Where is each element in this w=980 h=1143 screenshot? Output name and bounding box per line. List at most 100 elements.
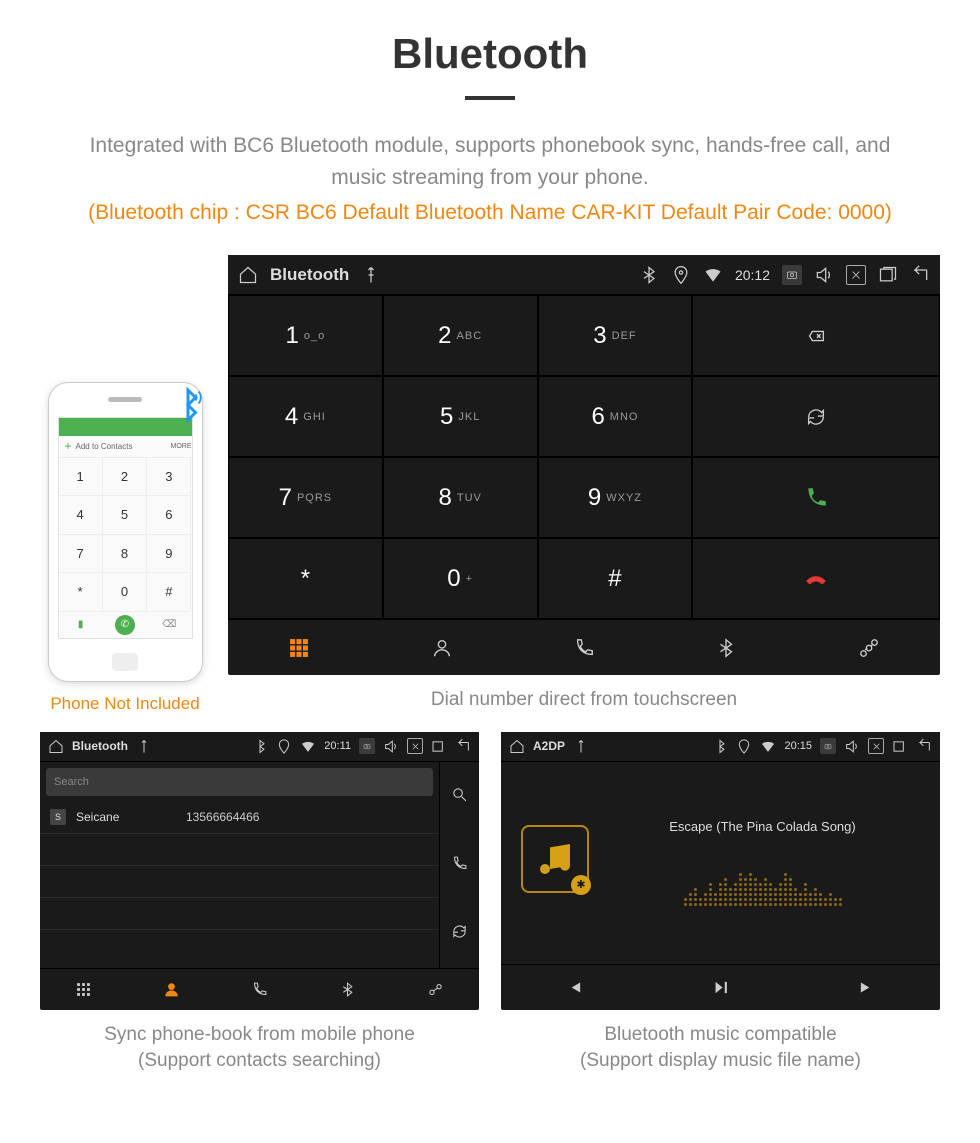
search-input[interactable]: Search <box>46 768 433 796</box>
phone-key: 6 <box>147 496 191 535</box>
page-description: Integrated with BC6 Bluetooth module, su… <box>20 130 960 193</box>
dial-key[interactable]: 0+ <box>383 538 538 619</box>
wifi-icon <box>760 738 776 754</box>
title-underline <box>465 96 515 100</box>
dial-key[interactable]: 8TUV <box>383 457 538 538</box>
home-icon[interactable] <box>509 738 525 754</box>
usb-icon <box>361 265 381 285</box>
status-title: A2DP <box>533 739 565 753</box>
screenshot-icon[interactable] <box>782 265 802 285</box>
back-icon[interactable] <box>916 738 932 754</box>
home-icon[interactable] <box>48 738 64 754</box>
dial-key[interactable]: 9WXYZ <box>538 457 693 538</box>
contact-row <box>40 898 439 930</box>
recent-apps-icon[interactable] <box>431 738 447 754</box>
phone-key: 0 <box>103 573 147 612</box>
close-app-icon[interactable] <box>846 265 866 285</box>
nav-pair[interactable] <box>391 969 479 1010</box>
dial-key[interactable]: 3DEF <box>538 295 693 376</box>
phone-key: 7 <box>59 535 103 574</box>
status-time: 20:12 <box>735 267 770 283</box>
usb-icon <box>573 738 589 754</box>
status-title: Bluetooth <box>72 739 128 753</box>
play-pause-button[interactable] <box>700 967 740 1007</box>
contact-number: 13566664466 <box>186 810 259 824</box>
nav-pair[interactable] <box>798 620 940 675</box>
status-title: Bluetooth <box>270 265 349 285</box>
wifi-icon <box>300 738 316 754</box>
bluetooth-icon <box>639 265 659 285</box>
dial-key[interactable]: 4GHI <box>228 376 383 457</box>
volume-icon[interactable] <box>814 265 834 285</box>
contact-name: Seicane <box>76 810 186 824</box>
phone-mockup: Add to ContactsMORE 123456789*0# ▮ ✆ ⌫ <box>48 382 203 682</box>
back-icon[interactable] <box>455 738 471 754</box>
contact-row <box>40 866 439 898</box>
location-icon <box>736 738 752 754</box>
dialer-caption: Dial number direct from touchscreen <box>228 687 940 714</box>
contacts-caption: Sync phone-book from mobile phone(Suppor… <box>40 1022 479 1075</box>
wifi-icon <box>703 265 723 285</box>
music-caption: Bluetooth music compatible(Support displ… <box>501 1022 940 1075</box>
page-title: Bluetooth <box>20 30 960 78</box>
sync-icon[interactable] <box>451 923 468 943</box>
screenshot-icon[interactable] <box>359 738 375 754</box>
phone-key: 2 <box>103 458 147 497</box>
recent-apps-icon[interactable] <box>878 265 898 285</box>
call-button[interactable] <box>692 457 940 538</box>
contact-row[interactable]: S Seicane 13566664466 <box>40 802 439 834</box>
close-app-icon[interactable] <box>868 738 884 754</box>
dial-key[interactable]: 1o_o <box>228 295 383 376</box>
screenshot-icon[interactable] <box>820 738 836 754</box>
dial-key[interactable]: # <box>538 538 693 619</box>
status-time: 20:11 <box>324 740 351 752</box>
volume-icon[interactable] <box>383 738 399 754</box>
bluetooth-icon <box>252 738 268 754</box>
next-track-button[interactable] <box>847 967 887 1007</box>
nav-contacts[interactable] <box>370 620 512 675</box>
track-title: Escape (The Pina Colada Song) <box>669 819 855 834</box>
volume-icon[interactable] <box>844 738 860 754</box>
backspace-icon: ⌫ <box>159 615 179 635</box>
dialer-screen: Bluetooth 20:12 1o_o2ABC3DEF 4GHI5JKL6MNO… <box>228 255 940 675</box>
nav-call-log[interactable] <box>216 969 304 1010</box>
usb-icon <box>136 738 152 754</box>
back-icon[interactable] <box>910 265 930 285</box>
close-app-icon[interactable] <box>407 738 423 754</box>
dial-key[interactable]: 6MNO <box>538 376 693 457</box>
nav-keypad[interactable] <box>40 969 128 1010</box>
hangup-button[interactable] <box>692 538 940 619</box>
nav-keypad[interactable] <box>228 620 370 675</box>
nav-bluetooth[interactable] <box>655 620 797 675</box>
home-icon[interactable] <box>238 265 258 285</box>
dial-key[interactable]: 5JKL <box>383 376 538 457</box>
nav-contacts[interactable] <box>128 969 216 1010</box>
call-icon: ✆ <box>115 615 135 635</box>
nav-bluetooth[interactable] <box>303 969 391 1010</box>
dial-key[interactable]: 7PQRS <box>228 457 383 538</box>
status-time: 20:15 <box>784 740 812 752</box>
dial-key[interactable]: 2ABC <box>383 295 538 376</box>
bluetooth-icon <box>712 738 728 754</box>
video-icon: ▮ <box>71 615 91 635</box>
search-icon[interactable] <box>451 786 468 806</box>
status-bar: Bluetooth 20:12 <box>228 255 940 295</box>
phone-key: 8 <box>103 535 147 574</box>
call-icon[interactable] <box>451 855 468 875</box>
contacts-screen: Bluetooth 20:11 Search <box>40 732 479 1010</box>
contact-badge: S <box>50 809 66 825</box>
dial-key[interactable]: * <box>228 538 383 619</box>
phone-key: 3 <box>147 458 191 497</box>
nav-call-log[interactable] <box>513 620 655 675</box>
location-icon <box>671 265 691 285</box>
recent-apps-icon[interactable] <box>892 738 908 754</box>
backspace-button[interactable] <box>692 295 940 376</box>
prev-track-button[interactable] <box>554 967 594 1007</box>
phone-key: * <box>59 573 103 612</box>
phone-key: 5 <box>103 496 147 535</box>
contact-row <box>40 834 439 866</box>
sync-button[interactable] <box>692 376 940 457</box>
phone-key: 9 <box>147 535 191 574</box>
bottom-nav <box>228 619 940 675</box>
phone-caption: Phone Not Included <box>50 694 199 714</box>
